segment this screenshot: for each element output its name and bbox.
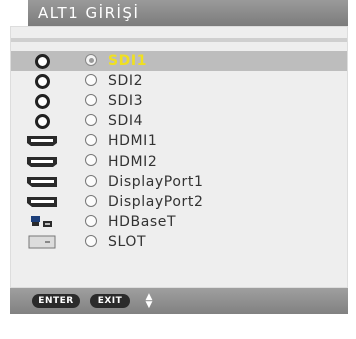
sdi-connector-icon — [25, 91, 59, 111]
down-arrow-icon: ▼ — [145, 300, 153, 310]
radio-button[interactable] — [85, 214, 97, 227]
hdmi-connector-icon — [25, 152, 59, 172]
radio-button[interactable] — [85, 114, 97, 127]
exit-key-hint[interactable]: EXIT — [90, 294, 130, 308]
radio-button[interactable] — [85, 154, 97, 167]
key-guide-bar: ENTER EXIT ▲ ▼ — [10, 288, 348, 314]
input-row-sdi2[interactable]: SDI2 — [11, 71, 347, 91]
input-list: SDI1 SDI2 SDI3 SDI4 HDMI1 HDMI2 DisplayP… — [11, 51, 347, 252]
input-menu-panel: SDI1 SDI2 SDI3 SDI4 HDMI1 HDMI2 DisplayP… — [10, 26, 348, 288]
enter-key-hint[interactable]: ENTER — [32, 294, 80, 308]
hdbaset-connector-icon — [25, 212, 59, 232]
sdi-connector-icon — [25, 51, 59, 71]
hdmi-connector-icon — [25, 131, 59, 151]
divider — [11, 38, 347, 42]
slot-icon — [25, 232, 59, 252]
radio-button[interactable] — [85, 94, 97, 107]
input-label: SDI2 — [108, 73, 144, 90]
input-label: HDMI1 — [108, 133, 158, 150]
sdi-connector-icon — [25, 71, 59, 91]
up-down-arrows-icon: ▲ ▼ — [144, 293, 154, 310]
sdi-connector-icon — [25, 111, 59, 131]
input-row-sdi4[interactable]: SDI4 — [11, 111, 347, 131]
input-row-hdbaset[interactable]: HDBaseT — [11, 212, 347, 232]
radio-button[interactable] — [85, 174, 97, 187]
input-label: DisplayPort1 — [108, 173, 204, 190]
input-label: SDI3 — [108, 93, 144, 110]
input-row-sdi1[interactable]: SDI1 — [11, 51, 347, 72]
input-row-hdmi1[interactable]: HDMI1 — [11, 131, 347, 151]
input-label: SDI1 — [108, 53, 148, 70]
radio-button[interactable] — [85, 234, 97, 247]
input-row-displayport1[interactable]: DisplayPort1 — [11, 172, 347, 192]
radio-button[interactable] — [85, 134, 97, 147]
input-row-hdmi2[interactable]: HDMI2 — [11, 151, 347, 171]
input-label: DisplayPort2 — [108, 193, 204, 210]
input-row-sdi3[interactable]: SDI3 — [11, 91, 347, 111]
input-row-displayport2[interactable]: DisplayPort2 — [11, 192, 347, 212]
input-label: SDI4 — [108, 113, 144, 130]
input-label: HDMI2 — [108, 153, 158, 170]
radio-button[interactable] — [85, 54, 97, 66]
menu-title: ALT1 GİRİŞİ — [28, 0, 348, 26]
input-row-slot[interactable]: SLOT — [11, 232, 347, 252]
radio-button[interactable] — [85, 74, 97, 87]
input-label: HDBaseT — [108, 213, 177, 230]
displayport-connector-icon — [25, 192, 59, 212]
input-label: SLOT — [108, 233, 147, 250]
displayport-connector-icon — [25, 172, 59, 192]
radio-button[interactable] — [85, 194, 97, 207]
